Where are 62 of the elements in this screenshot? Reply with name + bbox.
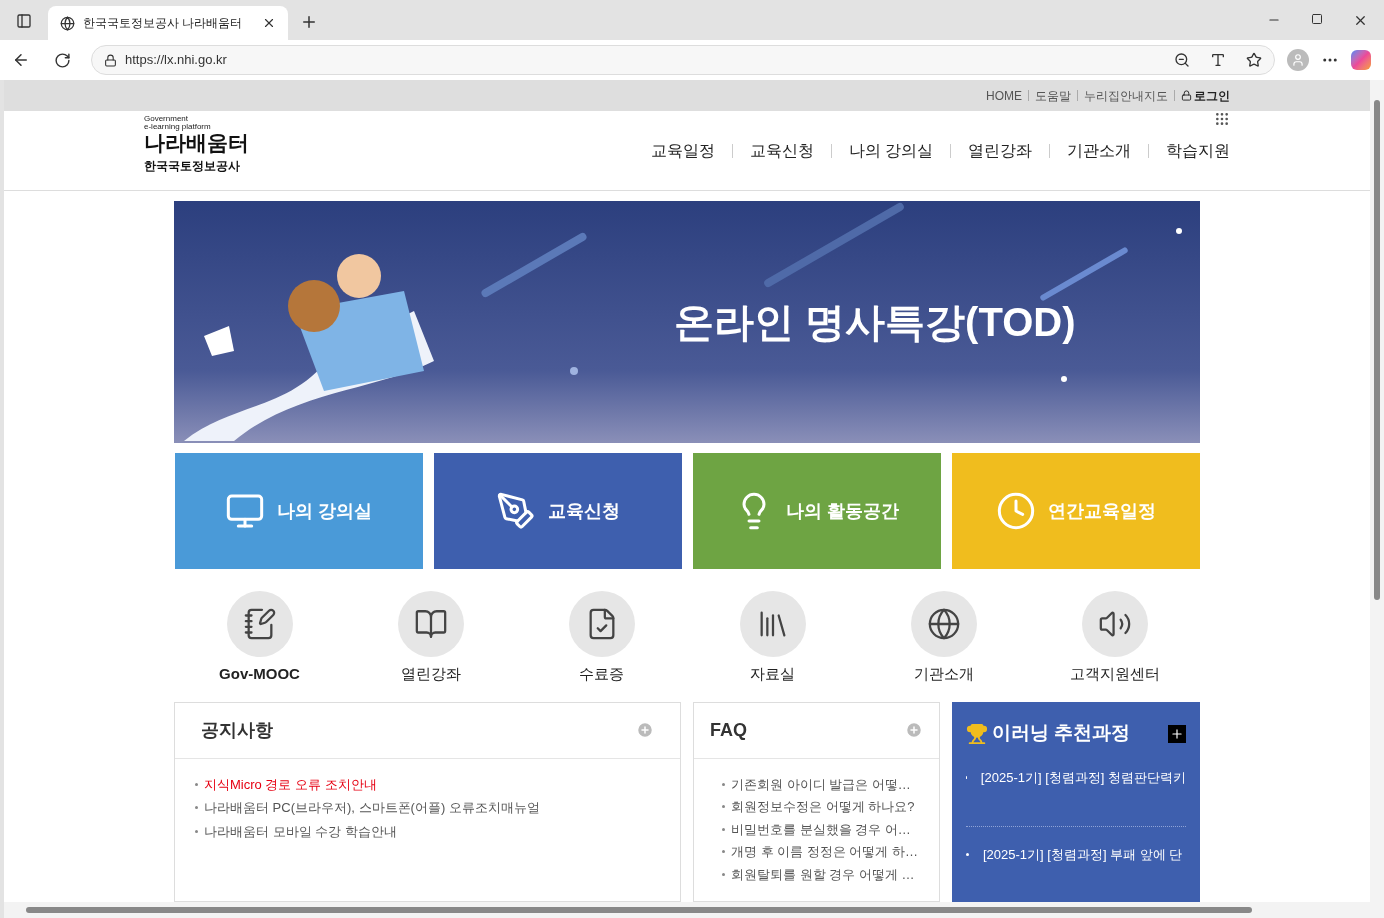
back-icon[interactable]: [12, 51, 30, 69]
nav-link[interactable]: 교육일정: [650, 138, 715, 163]
quick-link-label[interactable]: 기관소개: [913, 663, 974, 686]
lock-icon: [104, 53, 117, 67]
nav-link[interactable]: 교육신청: [749, 138, 814, 163]
utility-link[interactable]: 누리집안내지도: [1084, 86, 1168, 105]
utility-link[interactable]: 도움말: [1035, 86, 1071, 105]
close-icon[interactable]: [262, 16, 276, 30]
panel-title: 이러닝 추천과정: [992, 721, 1132, 746]
quick-menu-tile[interactable]: 교육신청: [433, 453, 682, 569]
banner-title: 온라인 명사특강(TOD): [674, 299, 1076, 346]
reload-icon[interactable]: [54, 51, 71, 69]
faq-link[interactable]: 회원탈퇴를 원할 경우 어떻게 …: [731, 864, 915, 884]
notebook-icon: [242, 607, 277, 641]
nav-link[interactable]: 기관소개: [1067, 138, 1131, 163]
globe-icon: [926, 607, 961, 641]
panel-title: FAQ: [710, 718, 747, 742]
notice-link[interactable]: 지식Micro 경로 오류 조치안내: [204, 774, 377, 794]
faq-link[interactable]: 비밀번호를 분실했을 경우 어…: [731, 819, 911, 839]
more-button[interactable]: [1168, 724, 1186, 743]
login-link[interactable]: 로그인: [1194, 86, 1230, 105]
pen-icon: [495, 491, 536, 531]
url-text: https://lx.nhi.go.kr: [125, 51, 228, 70]
organization-name: 한국국토정보공사: [144, 158, 241, 175]
notice-link[interactable]: 나라배움터 PC(브라우저), 스마트폰(어플) 오류조치매뉴얼: [204, 798, 540, 818]
tab-title: 한국국토정보공사 나라배움터: [83, 15, 244, 32]
close-icon[interactable]: [1353, 13, 1368, 28]
vertical-scrollbar[interactable]: [1370, 80, 1384, 902]
new-tab-icon[interactable]: [300, 13, 318, 31]
nav-link[interactable]: 나의 강의실: [848, 138, 933, 163]
maximize-icon[interactable]: [1311, 13, 1323, 25]
utility-link[interactable]: HOME: [986, 86, 1022, 105]
faq-link[interactable]: 개명 후 이름 정정은 어떻게 하…: [731, 842, 919, 862]
course-link[interactable]: [2025-1기] [청렴과정] 청렴판단력키: [980, 767, 1186, 787]
quick-link-label[interactable]: 자료실: [750, 663, 795, 686]
zoom-out-icon[interactable]: [1174, 52, 1190, 68]
logo[interactable]: Government e-learning platform 나라배움터: [144, 115, 344, 153]
apps-grid-icon[interactable]: [1214, 111, 1230, 127]
trophy-icon: [966, 722, 988, 745]
quick-link-label[interactable]: 열린강좌: [400, 663, 461, 686]
read-aloud-icon[interactable]: [1210, 52, 1226, 68]
browser-tab[interactable]: 한국국토정보공사 나라배움터: [48, 6, 288, 40]
nav-link[interactable]: 열린강좌: [968, 138, 1032, 163]
nav-link[interactable]: 학습지원: [1166, 138, 1230, 163]
globe-icon: [60, 15, 75, 31]
faq-link[interactable]: 기존회원 아이디 발급은 어떻…: [731, 774, 911, 794]
faq-link[interactable]: 회원정보수정은 어떻게 하나요?: [731, 797, 915, 817]
quick-link-label[interactable]: 수료증: [579, 663, 624, 686]
favorite-icon[interactable]: [1246, 52, 1262, 68]
copilot-icon[interactable]: [1351, 50, 1371, 70]
clock-icon: [995, 491, 1036, 531]
course-link[interactable]: [2025-1기] [청렴과정] 부패 앞에 단: [983, 844, 1183, 864]
quick-link-label[interactable]: Gov-MOOC: [219, 663, 300, 686]
tab-actions-icon[interactable]: [16, 13, 32, 29]
lock-icon: [1181, 90, 1192, 101]
address-bar[interactable]: https://lx.nhi.go.kr: [91, 45, 1275, 75]
plus-icon: [1170, 726, 1184, 741]
notice-link[interactable]: 나라배움터 모바일 수강 학습안내: [204, 821, 397, 841]
horizontal-scrollbar[interactable]: [4, 902, 1384, 918]
quick-link-label[interactable]: 고객지원센터: [1069, 663, 1160, 686]
panel-title: 공지사항: [201, 718, 273, 742]
open-book-icon: [413, 607, 448, 641]
